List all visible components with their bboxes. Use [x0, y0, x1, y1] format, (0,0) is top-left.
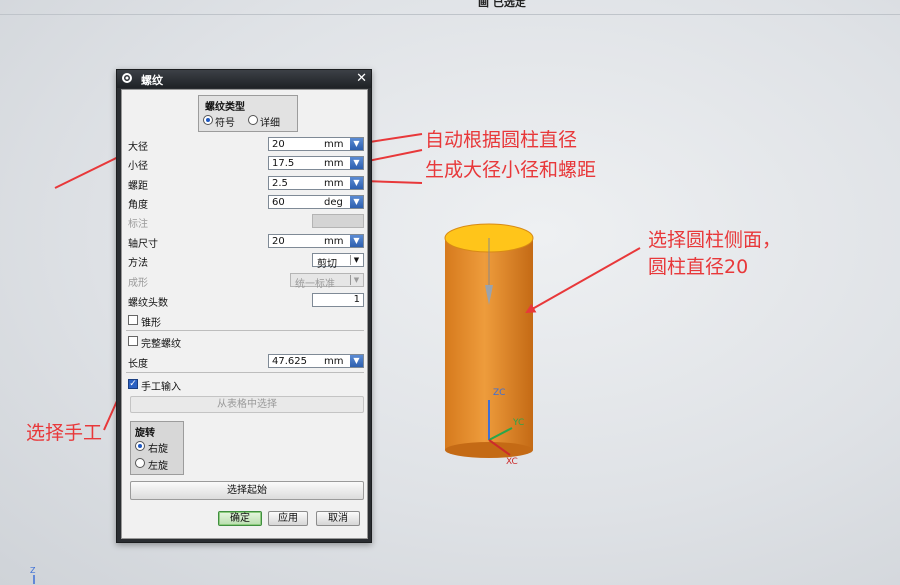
gear-icon[interactable] — [121, 72, 133, 84]
minor-diameter-value: 17.5 — [272, 158, 295, 169]
close-icon[interactable]: ✕ — [356, 71, 367, 86]
annotation-select-cylinder-line2: 圆柱直径20 — [648, 256, 749, 278]
angle-row: 角度 60 deg ▼ — [126, 195, 366, 211]
pitch-value: 2.5 — [272, 178, 288, 189]
shaft-size-row: 轴尺寸 20 mm ▼ — [126, 234, 366, 250]
starts-label: 螺纹头数 — [128, 298, 168, 309]
dialog-titlebar[interactable]: 螺纹 ✕ — [117, 70, 371, 88]
major-diameter-unit: mm — [324, 139, 344, 150]
tapered-row: 锥形 — [126, 313, 366, 329]
thread-type-detail-radio[interactable] — [248, 115, 258, 125]
length-row: 长度 47.625 mm ▼ — [126, 354, 366, 370]
full-thread-label: 完整螺纹 — [141, 339, 181, 350]
form-row: 成形 统一标准 ▼ — [126, 273, 366, 290]
form-label: 成形 — [128, 278, 148, 289]
major-diameter-input[interactable]: 20 mm ▼ — [268, 137, 364, 151]
tapered-label: 锥形 — [141, 318, 161, 329]
divider — [126, 330, 364, 331]
method-select[interactable]: 剪切 ▼ — [312, 253, 364, 270]
corner-axis-label: Z — [30, 566, 36, 575]
minor-diameter-unit: mm — [324, 158, 344, 169]
choose-from-table-button[interactable]: 从表格中选择 — [130, 396, 364, 413]
dialog-title: 螺纹 — [141, 74, 163, 87]
chevron-down-icon: ▼ — [350, 275, 362, 285]
method-value: 剪切 — [317, 259, 337, 270]
rotation-group: 旋转 右旋 左旋 — [130, 421, 184, 475]
length-value: 47.625 — [272, 356, 307, 367]
major-diameter-row: 大径 20 mm ▼ — [126, 137, 366, 153]
rotation-title: 旋转 — [135, 428, 155, 439]
angle-unit: deg — [324, 197, 343, 208]
method-row: 方法 剪切 ▼ — [126, 253, 366, 270]
annotation-select-cylinder-line1: 选择圆柱侧面， — [648, 229, 782, 251]
manual-input-checkbox[interactable]: ✓ — [128, 379, 138, 389]
length-unit: mm — [324, 356, 344, 367]
dropdown-arrow-icon[interactable]: ▼ — [350, 235, 363, 247]
angle-label: 角度 — [128, 200, 148, 211]
thread-type-detail-label: 详细 — [260, 118, 280, 129]
pitch-row: 螺距 2.5 mm ▼ — [126, 176, 366, 192]
dropdown-arrow-icon[interactable]: ▼ — [350, 355, 363, 367]
dropdown-arrow-icon[interactable]: ▼ — [350, 138, 363, 150]
divider — [126, 372, 364, 373]
full-thread-row: 完整螺纹 — [126, 334, 366, 350]
manual-input-row: ✓ 手工输入 — [126, 377, 366, 393]
major-diameter-label: 大径 — [128, 142, 148, 153]
tapered-checkbox[interactable] — [128, 315, 138, 325]
thread-dialog: 螺纹 ✕ 螺纹类型 符号 详细 大径 20 mm ▼ 小径 17.5 mm ▼ … — [116, 69, 372, 543]
triad-xc-label: XC — [506, 457, 518, 467]
dropdown-arrow-icon[interactable]: ▼ — [350, 177, 363, 189]
rotation-left-label: 左旋 — [148, 461, 168, 472]
dropdown-arrow-icon[interactable]: ▼ — [350, 196, 363, 208]
pitch-input[interactable]: 2.5 mm ▼ — [268, 176, 364, 190]
thread-type-symbol-label: 符号 — [215, 118, 235, 129]
shaft-size-value: 20 — [272, 236, 285, 247]
annotation-auto-line1: 自动根据圆柱直径 — [425, 129, 578, 151]
annotation-select-manual: 选择手工 — [26, 422, 103, 444]
angle-input[interactable]: 60 deg ▼ — [268, 195, 364, 209]
dropdown-arrow-icon[interactable]: ▼ — [350, 157, 363, 169]
triad-yc-label: YC — [513, 418, 525, 428]
full-thread-checkbox[interactable] — [128, 336, 138, 346]
thread-type-group: 螺纹类型 符号 详细 — [198, 95, 298, 132]
thread-type-symbol-radio[interactable] — [203, 115, 213, 125]
rotation-left-radio[interactable] — [135, 458, 145, 468]
shaft-size-unit: mm — [324, 236, 344, 247]
angle-value: 60 — [272, 197, 285, 208]
length-input[interactable]: 47.625 mm ▼ — [268, 354, 364, 368]
pitch-unit: mm — [324, 178, 344, 189]
apply-button[interactable]: 应用 — [268, 511, 308, 526]
select-start-button[interactable]: 选择起始 — [130, 481, 364, 500]
form-value: 统一标准 — [295, 279, 335, 290]
method-label: 方法 — [128, 258, 148, 269]
triad-zc-label: ZC — [493, 388, 506, 398]
starts-row: 螺纹头数 1 — [126, 293, 366, 309]
cancel-button[interactable]: 取消 — [316, 511, 360, 526]
callout-input — [312, 214, 364, 228]
thread-type-title: 螺纹类型 — [205, 102, 245, 113]
shaft-size-input[interactable]: 20 mm ▼ — [268, 234, 364, 248]
callout-label: 标注 — [128, 219, 148, 230]
length-label: 长度 — [128, 359, 148, 370]
form-select: 统一标准 ▼ — [290, 273, 364, 290]
pitch-label: 螺距 — [128, 181, 148, 192]
callout-row: 标注 — [126, 214, 366, 230]
manual-input-label: 手工输入 — [141, 382, 181, 393]
shaft-size-label: 轴尺寸 — [128, 239, 158, 250]
major-diameter-value: 20 — [272, 139, 285, 150]
rotation-right-label: 右旋 — [148, 444, 168, 455]
dialog-body: 螺纹类型 符号 详细 大径 20 mm ▼ 小径 17.5 mm ▼ 螺距 2.… — [121, 89, 368, 539]
arrow-to-cylinder — [525, 247, 641, 313]
starts-input[interactable]: 1 — [312, 293, 364, 307]
rotation-right-radio[interactable] — [135, 441, 145, 451]
ok-button[interactable]: 确定 — [218, 511, 262, 526]
minor-diameter-input[interactable]: 17.5 mm ▼ — [268, 156, 364, 170]
chevron-down-icon[interactable]: ▼ — [350, 255, 362, 265]
minor-diameter-label: 小径 — [128, 161, 148, 172]
minor-diameter-row: 小径 17.5 mm ▼ — [126, 156, 366, 172]
annotation-auto-line2: 生成大径小径和螺距 — [425, 159, 597, 181]
